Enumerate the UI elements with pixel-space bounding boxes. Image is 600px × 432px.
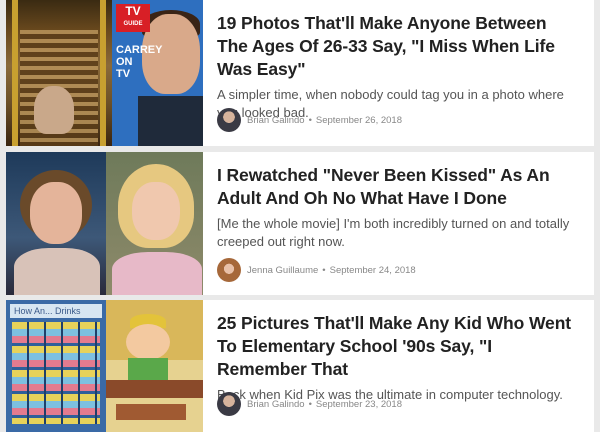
author-avatar-icon[interactable] [217,258,241,282]
thumbnail-cartoon [106,300,203,432]
article-feed: TV GUIDE CARREY ON TV 19 Photos That'll … [0,0,600,432]
thumbnail-photo-left [6,152,106,295]
separator-dot: • [322,264,326,276]
tv-guide-logo: TV GUIDE [116,4,150,32]
separator-dot: • [308,398,312,410]
article-card[interactable]: I Rewatched "Never Been Kissed" As An Ad… [6,152,594,295]
thumbnail-photo-right [106,152,203,295]
article-byline: Jenna Guillaume • September 24, 2018 [217,258,416,282]
author-name[interactable]: Brian Galindo [247,399,305,410]
article-description: [Me the whole movie] I'm both incredibly… [217,216,570,249]
article-card[interactable]: TV GUIDE CARREY ON TV 19 Photos That'll … [6,0,594,146]
publish-date: September 24, 2018 [329,264,416,276]
article-title[interactable]: 25 Pictures That'll Make Any Kid Who Wen… [217,312,582,381]
author-avatar-icon[interactable] [217,392,241,416]
classroom-banner: How An... Drinks [10,304,102,318]
article-thumbnail[interactable]: TV GUIDE CARREY ON TV [6,0,203,146]
author-name[interactable]: Jenna Guillaume [247,265,318,276]
separator-dot: • [308,114,312,126]
article-thumbnail[interactable] [6,152,203,295]
thumbnail-photo-left: How An... Drinks [6,300,106,432]
article-byline: Brian Galindo • September 23, 2018 [217,392,402,416]
article-title[interactable]: I Rewatched "Never Been Kissed" As An Ad… [217,164,582,210]
author-avatar-icon[interactable] [217,108,241,132]
thumbnail-magazine-cover: TV GUIDE CARREY ON TV [112,0,203,146]
article-card[interactable]: How An... Drinks 25 Pictures That'll Mak… [6,300,594,432]
article-thumbnail[interactable]: How An... Drinks [6,300,203,432]
article-title[interactable]: 19 Photos That'll Make Anyone Between Th… [217,12,582,81]
article-byline: Brian Galindo • September 26, 2018 [217,108,402,132]
author-name[interactable]: Brian Galindo [247,115,305,126]
thumbnail-photo-left [6,0,112,146]
cover-headline: CARREY ON TV [116,44,163,80]
publish-date: September 26, 2018 [315,114,402,126]
publish-date: September 23, 2018 [315,398,402,410]
